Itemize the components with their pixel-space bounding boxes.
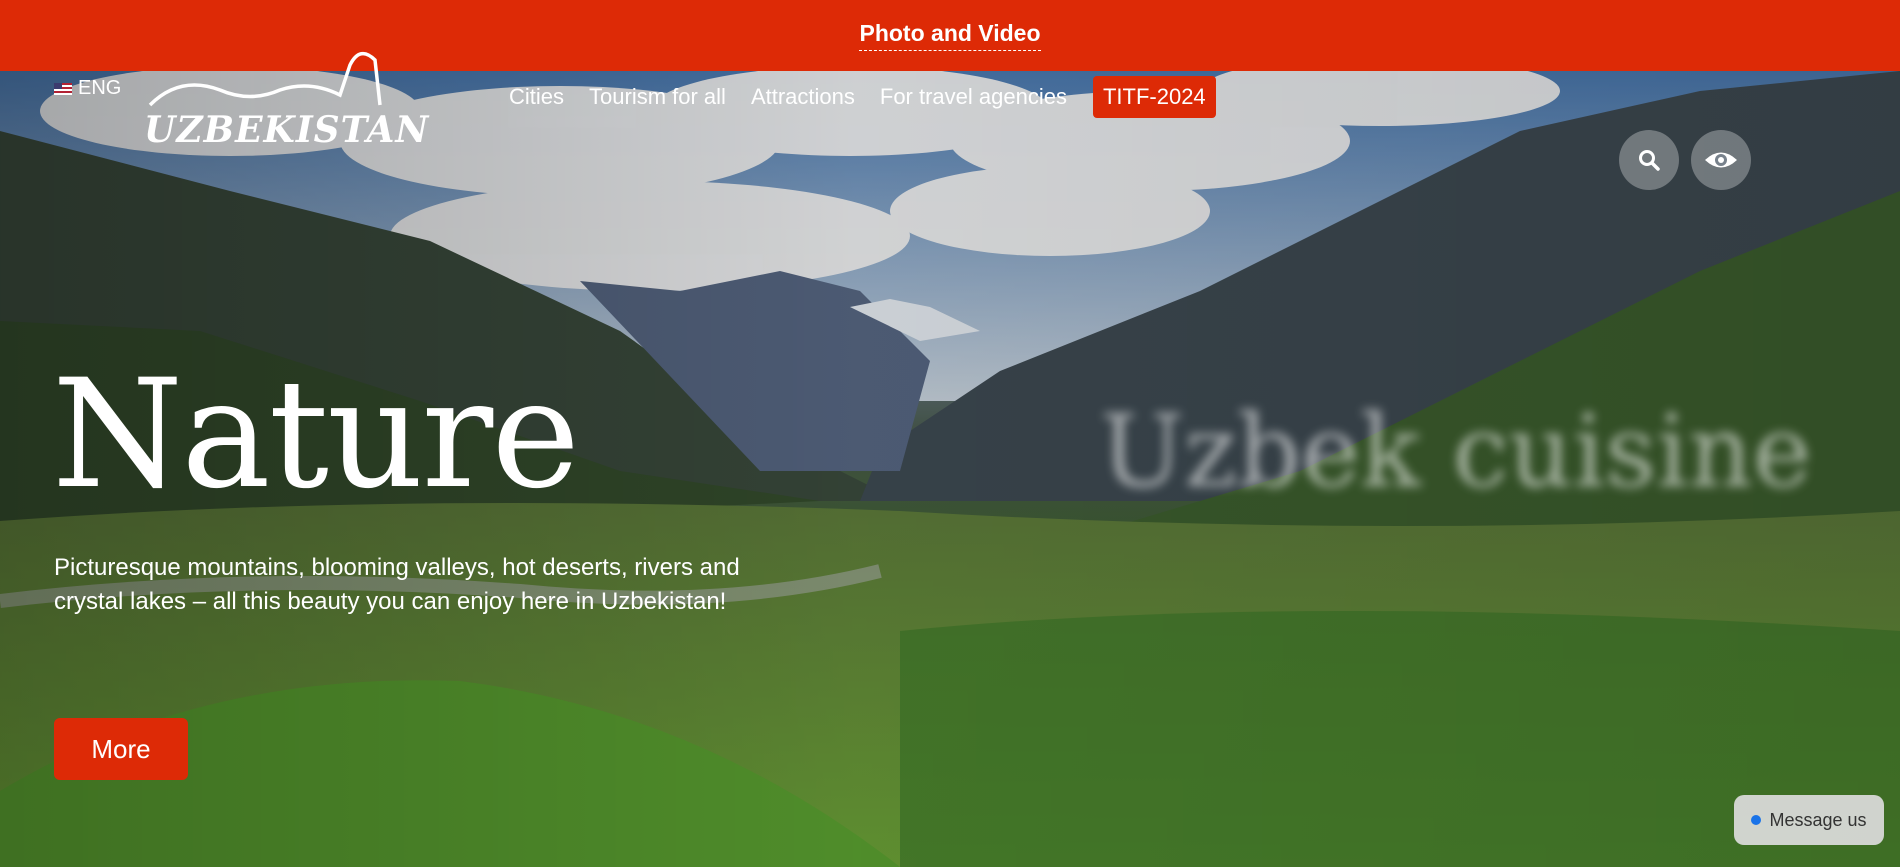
nav-tourism-for-all[interactable]: Tourism for all — [589, 84, 726, 110]
logo-text: UZBEKISTAN — [144, 109, 430, 151]
chat-widget[interactable]: Message us — [1734, 795, 1884, 845]
us-flag-icon — [54, 82, 72, 95]
accessibility-button[interactable] — [1691, 130, 1751, 190]
nav-travel-agencies[interactable]: For travel agencies — [880, 84, 1067, 110]
language-selector[interactable]: ENG — [54, 77, 121, 100]
nav-titf-2024[interactable]: TITF-2024 — [1092, 76, 1216, 118]
language-label: ENG — [78, 77, 122, 99]
hero-description: Picturesque mountains, blooming valleys,… — [54, 554, 740, 615]
chat-label: Message us — [1769, 809, 1867, 830]
nav-attractions[interactable]: Attractions — [751, 84, 855, 110]
eye-icon — [1705, 152, 1737, 168]
search-button[interactable] — [1619, 130, 1679, 190]
next-slide-title: Uzbek cuisine — [1100, 393, 1812, 510]
nav-cities[interactable]: Cities — [509, 84, 564, 110]
search-icon — [1639, 150, 1660, 171]
chat-status-icon — [1751, 815, 1762, 825]
main-navigation: Cities Tourism for all Attractions For t… — [509, 76, 1216, 118]
logo-arch-graphic — [148, 51, 382, 107]
hero-title: Nature — [52, 348, 580, 522]
site-logo[interactable]: UZBEKISTAN — [140, 35, 428, 160]
more-button[interactable]: More — [54, 718, 188, 780]
photo-video-link[interactable]: Photo and Video — [859, 20, 1041, 51]
